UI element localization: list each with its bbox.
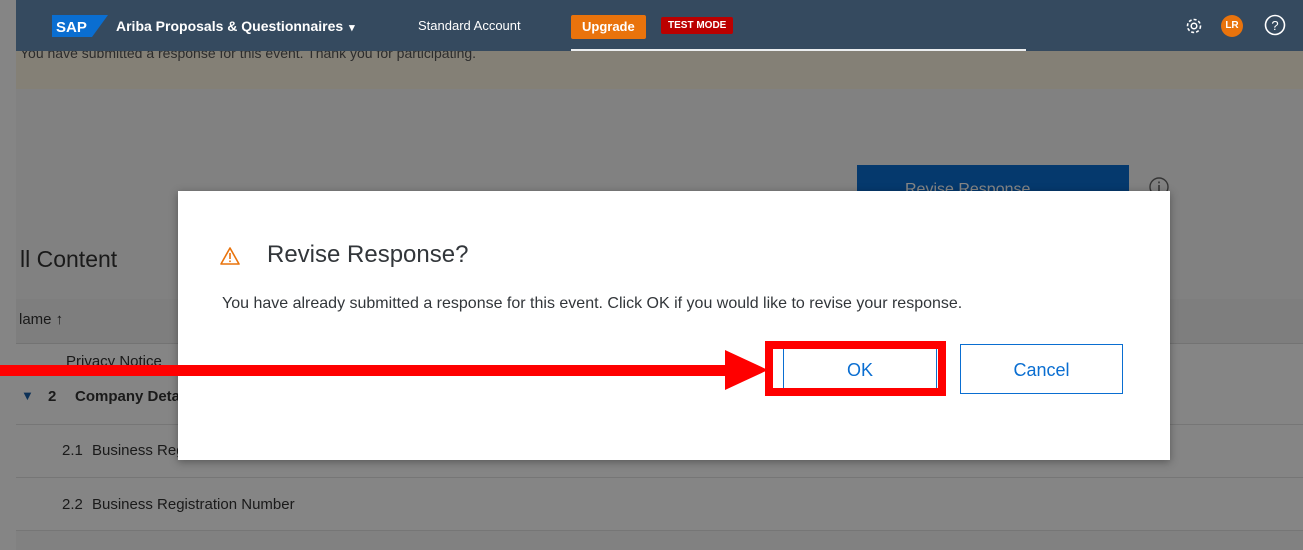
top-navigation-bar: SAP Ariba Proposals & Questionnaires ▾ St… <box>16 0 1303 51</box>
dialog-title: Revise Response? <box>267 241 469 268</box>
revise-response-dialog: Revise Response? You have already submit… <box>178 191 1170 460</box>
annotation-highlight-box <box>765 341 946 396</box>
cancel-button[interactable]: Cancel <box>960 344 1123 394</box>
product-name: Ariba Proposals & Questionnaires <box>116 18 344 34</box>
account-type: Standard Account <box>418 18 521 33</box>
sap-logo[interactable]: SAP <box>52 15 108 37</box>
upgrade-button[interactable]: Upgrade <box>571 15 646 39</box>
gear-icon[interactable] <box>1184 16 1204 36</box>
nav-underline <box>571 49 1026 51</box>
test-mode-badge: TEST MODE <box>661 17 734 34</box>
svg-text:?: ? <box>1271 18 1278 33</box>
annotation-arrow <box>0 350 768 390</box>
product-switcher[interactable]: Ariba Proposals & Questionnaires ▾ <box>116 18 355 34</box>
dialog-message: You have already submitted a response fo… <box>222 295 963 312</box>
help-icon[interactable]: ? <box>1264 14 1286 36</box>
sap-logo-text: SAP <box>56 19 87 36</box>
chevron-down-icon: ▾ <box>349 22 355 34</box>
warning-icon <box>220 247 240 265</box>
avatar[interactable]: LR <box>1221 15 1243 37</box>
